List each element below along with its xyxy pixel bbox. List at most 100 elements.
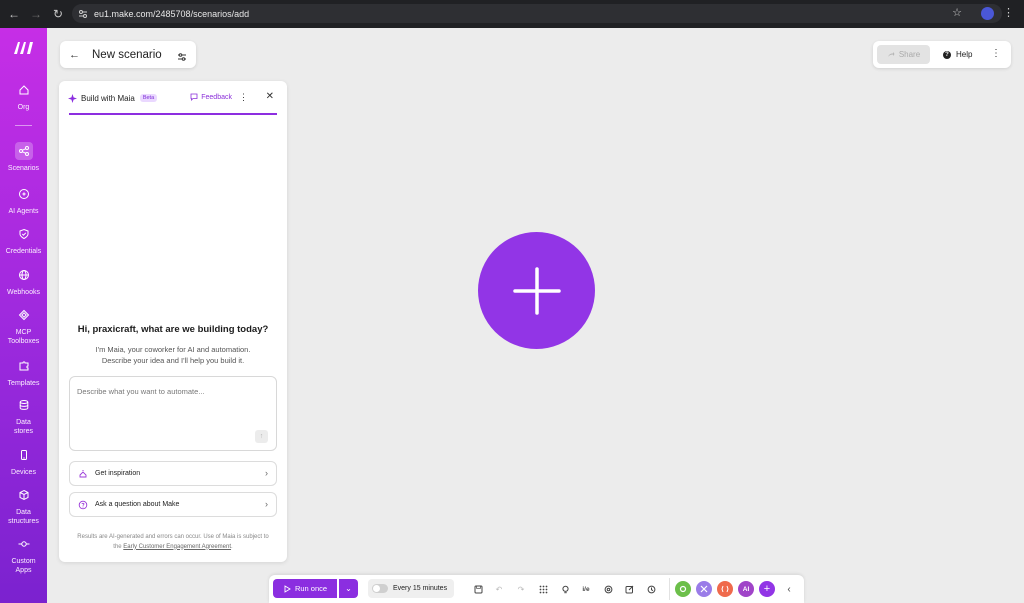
sidebar-item-data-structures[interactable]: Data structures	[0, 486, 47, 526]
lightbulb-icon[interactable]	[558, 582, 572, 596]
sidebar-item-devices[interactable]: Devices	[0, 446, 47, 477]
chevron-right-icon: ›	[265, 468, 268, 478]
notes-icon[interactable]	[622, 582, 636, 596]
app-ai-icon[interactable]: AI	[738, 581, 754, 597]
sidebar-item-label: Scenarios	[7, 165, 40, 172]
profile-avatar[interactable]	[981, 7, 994, 20]
maia-intro-line: Describe your idea and I'll help you bui…	[101, 356, 245, 365]
browser-toolbar: ← → ↻ eu1.make.com/2485708/scenarios/add…	[0, 0, 1024, 28]
sidebar-item-org[interactable]: Org	[0, 81, 47, 112]
help-label: Help	[956, 50, 973, 59]
maia-greeting: Hi, praxicraft, what are we building tod…	[77, 324, 269, 335]
bookmark-star-icon[interactable]: ☆	[952, 6, 962, 19]
chat-bubble-icon	[190, 93, 198, 101]
sidebar-divider	[15, 125, 32, 126]
puzzle-icon	[15, 357, 33, 375]
mobile-device-icon	[15, 446, 33, 464]
forward-icon[interactable]: →	[28, 6, 44, 22]
save-icon[interactable]	[471, 582, 485, 596]
share-label: Share	[898, 50, 921, 59]
reload-icon[interactable]: ↻	[50, 6, 66, 22]
question-circle-icon	[76, 500, 90, 510]
sliders-icon[interactable]	[177, 49, 187, 67]
scenario-title[interactable]: New scenario	[92, 49, 162, 61]
plus-icon	[512, 266, 561, 315]
sidebar-item-scenarios[interactable]: Scenarios	[0, 142, 47, 173]
maia-disclaimer: Results are AI-generated and errors can …	[73, 533, 273, 552]
sidebar-item-label: Org	[17, 104, 30, 111]
sidebar-item-templates[interactable]: Templates	[0, 357, 47, 388]
maia-more-icon[interactable]: ⋮	[239, 92, 248, 103]
sidebar-item-custom-apps[interactable]: Custom Apps	[0, 535, 47, 575]
close-icon[interactable]: ✕	[266, 91, 274, 102]
back-icon[interactable]: ←	[6, 6, 22, 22]
browser-menu-icon[interactable]: ⋮	[1003, 6, 1014, 19]
redo-icon[interactable]: ↷	[514, 582, 528, 596]
sidebar-item-data-stores[interactable]: Data stores	[0, 396, 47, 436]
url-text: eu1.make.com/2485708/scenarios/add	[94, 8, 250, 19]
app-text-parser-icon[interactable]	[717, 581, 733, 597]
share-button[interactable]: Share	[877, 45, 930, 64]
app-tools-icon[interactable]	[696, 581, 712, 597]
schedule-switch[interactable]	[372, 584, 388, 593]
top-right-controls: Share ? Help ⋮	[873, 41, 1011, 68]
schedule-toggle[interactable]: Every 15 minutes	[368, 579, 454, 598]
home-icon	[15, 81, 33, 99]
sidebar-item-label: Data stores	[13, 419, 34, 435]
suggestion-ask-question[interactable]: Ask a question about Make ›	[69, 492, 277, 517]
make-logo-icon[interactable]	[13, 41, 35, 55]
prompt-input[interactable]: Describe what you want to automate... ↑	[69, 376, 277, 451]
schedule-label: Every 15 minutes	[393, 585, 448, 592]
sidebar-item-mcp-toolboxes[interactable]: MCP Toolboxes	[0, 306, 47, 346]
sidebar-item-label: AI Agents	[8, 208, 39, 215]
agreement-link[interactable]: Early Customer Engagement Agreement	[123, 544, 231, 550]
custom-app-icon	[15, 535, 33, 553]
add-app-icon[interactable]: +	[759, 581, 775, 597]
sidebar-item-label: Devices	[11, 469, 36, 476]
suggestion-label: Get inspiration	[95, 470, 141, 477]
feedback-label: Feedback	[201, 93, 232, 101]
back-arrow-icon[interactable]: ←	[69, 49, 80, 61]
suggestion-get-inspiration[interactable]: Get inspiration ›	[69, 461, 277, 486]
undo-icon[interactable]: ↶	[492, 582, 506, 596]
help-button[interactable]: ? Help	[943, 45, 972, 64]
beta-badge: Beta	[139, 94, 158, 102]
add-module-button[interactable]	[478, 232, 595, 349]
globe-icon	[15, 266, 33, 284]
maia-panel: Build with Maia Beta Feedback ⋮ ✕ Hi, pr…	[59, 81, 287, 562]
grid-icon[interactable]	[536, 582, 550, 596]
run-once-button[interactable]: Run once	[273, 579, 337, 598]
help-icon: ?	[943, 50, 951, 59]
database-icon	[15, 396, 33, 414]
sidebar-item-label: Webhooks	[7, 289, 40, 296]
share-nodes-icon	[14, 142, 33, 160]
cube-icon	[15, 486, 33, 504]
maia-intro-line: I'm Maia, your coworker for AI and autom…	[95, 345, 251, 354]
history-icon[interactable]	[644, 582, 658, 596]
maia-intro: I'm Maia, your coworker for AI and autom…	[79, 344, 267, 366]
io-toggle[interactable]: i/e	[579, 582, 593, 596]
feedback-button[interactable]: Feedback	[190, 93, 232, 101]
ai-agent-icon	[15, 185, 33, 203]
share-icon	[887, 51, 895, 57]
play-icon	[284, 584, 291, 593]
sparkle-icon	[68, 93, 77, 103]
suggestion-label: Ask a question about Make	[95, 501, 180, 508]
sidebar-item-webhooks[interactable]: Webhooks	[0, 266, 47, 297]
scenario-header: ← New scenario	[60, 41, 196, 68]
prompt-placeholder: Describe what you want to automate...	[77, 387, 205, 396]
run-options-button[interactable]: ⌄	[339, 579, 358, 598]
address-bar[interactable]: eu1.make.com/2485708/scenarios/add	[72, 4, 1002, 23]
sidebar-item-label: Custom Apps	[11, 558, 36, 574]
collapse-chevron-icon[interactable]: ‹	[782, 582, 796, 596]
disclaimer-period: .	[231, 543, 233, 550]
sidebar-item-credentials[interactable]: Credentials	[0, 225, 47, 256]
maia-header: Build with Maia Beta Feedback ⋮ ✕	[68, 91, 278, 105]
send-button[interactable]: ↑	[255, 430, 268, 443]
sidebar-item-ai-agents[interactable]: AI Agents	[0, 185, 47, 216]
app-gear-icon[interactable]	[675, 581, 691, 597]
chevron-right-icon: ›	[265, 499, 268, 509]
more-options-icon[interactable]: ⋮	[991, 48, 1001, 59]
site-info-icon[interactable]	[78, 9, 88, 19]
settings-gear-icon[interactable]	[601, 582, 615, 596]
